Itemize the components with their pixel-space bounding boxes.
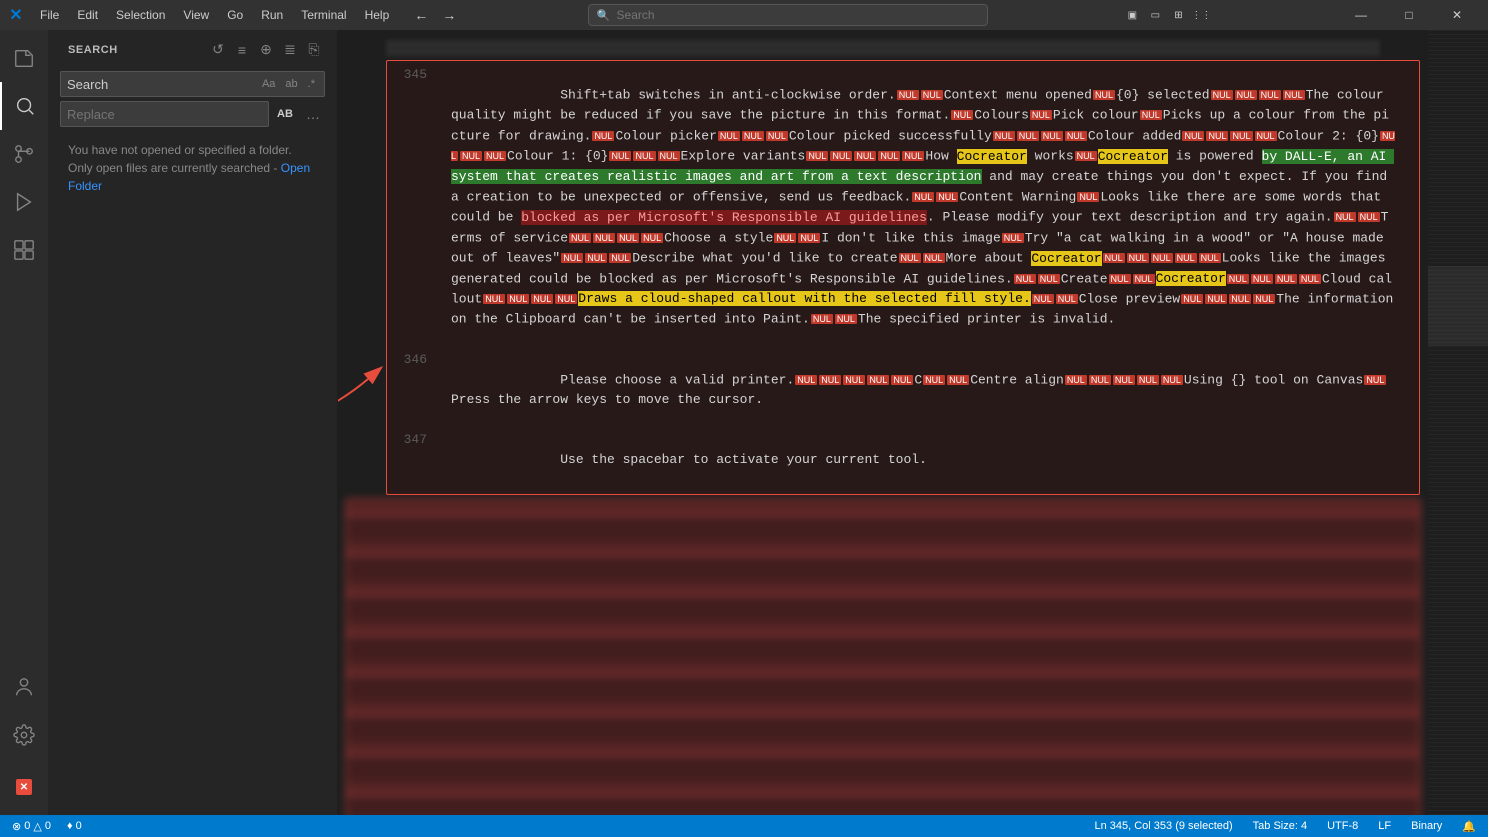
search-row: Aa ab .* xyxy=(60,71,325,97)
menu-file[interactable]: File xyxy=(32,6,67,24)
minimap xyxy=(1428,30,1488,815)
statusbar-right: Ln 345, Col 353 (9 selected) Tab Size: 4… xyxy=(1090,815,1480,837)
nav-back-button[interactable]: ← xyxy=(409,4,433,26)
activity-settings[interactable] xyxy=(0,711,48,759)
source-control-status[interactable]: ♦ 0 xyxy=(63,815,86,837)
clear-results-button[interactable]: ≡ xyxy=(231,39,253,61)
activity-xmark: ✕ xyxy=(0,763,48,811)
maximize-button[interactable]: □ xyxy=(1386,0,1432,30)
open-in-editor-button[interactable]: ⎘ xyxy=(303,39,325,61)
editor-main: 345 Shift+tab switches in anti-clockwise… xyxy=(338,30,1488,815)
collapse-button[interactable]: ≣ xyxy=(279,39,301,61)
use-regex-button[interactable]: .* xyxy=(305,77,318,91)
app-icon: ✕ xyxy=(8,7,24,23)
activity-search[interactable] xyxy=(0,82,48,130)
titlebar-search-box[interactable]: 🔍 xyxy=(588,4,988,26)
sidebar: SEARCH ↺ ≡ ⊕ ≣ ⎘ Aa ab .* xyxy=(48,30,338,815)
nav-buttons: ← → xyxy=(409,4,461,26)
layout-btn-3[interactable]: ⊞ xyxy=(1168,0,1188,30)
sidebar-title: SEARCH xyxy=(68,44,118,56)
table-row: 345 Shift+tab switches in anti-clockwise… xyxy=(395,65,1411,350)
close-button[interactable]: ✕ xyxy=(1434,0,1480,30)
errors-icon: ⊗ xyxy=(12,820,21,833)
layout-btn-2[interactable]: ▭ xyxy=(1145,0,1165,30)
blurred-results xyxy=(346,499,1420,815)
sidebar-header: SEARCH ↺ ≡ ⊕ ≣ ⎘ xyxy=(48,30,337,65)
menu-terminal[interactable]: Terminal xyxy=(293,6,354,24)
menu-view[interactable]: View xyxy=(175,6,217,24)
table-row: 347 Use the spacebar to activate your cu… xyxy=(395,430,1411,490)
activity-explorer[interactable] xyxy=(0,34,48,82)
match-case-button[interactable]: Aa xyxy=(259,77,278,91)
bell-icon: 🔔 xyxy=(1462,820,1476,833)
no-folder-message: You have not opened or specified a folde… xyxy=(48,133,337,203)
replace-row: AB … xyxy=(60,101,325,127)
encoding[interactable]: UTF-8 xyxy=(1323,815,1362,837)
replace-input[interactable] xyxy=(67,107,262,122)
menu-selection[interactable]: Selection xyxy=(108,6,173,24)
nav-forward-button[interactable]: → xyxy=(437,4,461,26)
errors-warnings[interactable]: ⊗ 0 △ 0 xyxy=(8,815,55,837)
activity-run-debug[interactable] xyxy=(0,178,48,226)
warnings-count: 0 xyxy=(45,820,51,832)
line-ending[interactable]: LF xyxy=(1374,815,1395,837)
refresh-button[interactable]: ↺ xyxy=(207,39,229,61)
notifications-bell[interactable]: 🔔 xyxy=(1458,815,1480,837)
statusbar: ⊗ 0 △ 0 ♦ 0 Ln 345, Col 353 (9 selected)… xyxy=(0,815,1488,837)
cursor-position[interactable]: Ln 345, Col 353 (9 selected) xyxy=(1090,815,1236,837)
warnings-icon: △ xyxy=(33,820,41,833)
replace-btn-ab[interactable]: AB xyxy=(273,102,297,126)
result-block: 345 Shift+tab switches in anti-clockwise… xyxy=(386,60,1420,495)
search-input-box[interactable]: Aa ab .* xyxy=(60,71,325,97)
tab-size[interactable]: Tab Size: 4 xyxy=(1249,815,1311,837)
search-input[interactable] xyxy=(67,77,255,92)
minimap-viewport[interactable] xyxy=(1428,266,1488,346)
layout-btn-4[interactable]: ⋮⋮ xyxy=(1191,0,1211,30)
menu-bar: File Edit Selection View Go Run Terminal… xyxy=(32,6,397,24)
layout-btn-1[interactable]: ▣ xyxy=(1122,0,1142,30)
file-type[interactable]: Binary xyxy=(1407,815,1446,837)
window-controls: — □ ✕ xyxy=(1338,0,1480,30)
source-control-icon: ♦ xyxy=(67,820,73,832)
xmark-icon: ✕ xyxy=(16,779,32,795)
activity-account[interactable] xyxy=(0,663,48,711)
new-search-button[interactable]: ⊕ xyxy=(255,39,277,61)
table-row: 346 Please choose a valid printer.NULNUL… xyxy=(395,350,1411,430)
minimize-button[interactable]: — xyxy=(1338,0,1384,30)
menu-help[interactable]: Help xyxy=(357,6,398,24)
minimap-content xyxy=(1428,30,1488,815)
errors-count: 0 xyxy=(24,820,30,832)
activity-bar: ✕ xyxy=(0,30,48,815)
search-panel: Aa ab .* AB … xyxy=(48,65,337,133)
source-control-count: 0 xyxy=(76,820,82,832)
code-content[interactable]: 345 Shift+tab switches in anti-clockwise… xyxy=(338,30,1428,815)
activity-extensions[interactable] xyxy=(0,226,48,274)
titlebar: ✕ File Edit Selection View Go Run Termin… xyxy=(0,0,1488,30)
menu-go[interactable]: Go xyxy=(219,6,251,24)
layout-buttons: ▣ ▭ ⊞ ⋮⋮ xyxy=(1122,0,1211,30)
sidebar-actions: ↺ ≡ ⊕ ≣ ⎘ xyxy=(207,39,325,61)
statusbar-left: ⊗ 0 △ 0 ♦ 0 xyxy=(8,815,86,837)
search-icon: 🔍 xyxy=(597,9,611,22)
editor-area: 345 Shift+tab switches in anti-clockwise… xyxy=(338,30,1488,815)
replace-input-box[interactable] xyxy=(60,101,269,127)
titlebar-search-input[interactable] xyxy=(617,8,979,22)
main-layout: ✕ SEARCH ↺ ≡ ⊕ ≣ ⎘ Aa ab .* xyxy=(0,30,1488,815)
menu-run[interactable]: Run xyxy=(253,6,291,24)
match-whole-word-button[interactable]: ab xyxy=(282,77,300,91)
activity-source-control[interactable] xyxy=(0,130,48,178)
more-options-button[interactable]: … xyxy=(301,102,325,126)
menu-edit[interactable]: Edit xyxy=(69,6,106,24)
